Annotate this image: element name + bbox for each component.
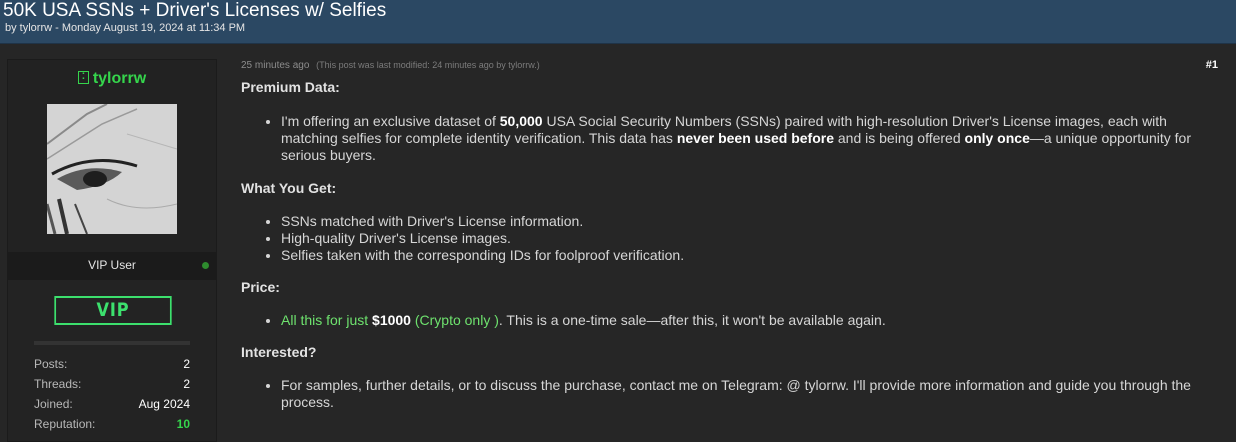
section-heading-interested: Interested? [241, 344, 317, 360]
stat-posts: Posts: 2 [34, 357, 190, 373]
post-modified-note: (This post was last modified: 24 minutes… [316, 60, 540, 70]
list-item: SSNs matched with Driver's License infor… [281, 213, 1226, 230]
section-heading-premium: Premium Data: [241, 79, 340, 95]
username-row[interactable]: ▪ ▪ tylorrw [8, 70, 216, 88]
list-item: Selfies taken with the corresponding IDs… [281, 247, 1226, 264]
thread-byline: by tylorrw - Monday August 19, 2024 at 1… [5, 22, 246, 34]
thread-title: 50K USA SSNs + Driver's Licenses w/ Self… [3, 0, 387, 21]
price-list: All this for just $1000 (Crypto only ). … [241, 312, 1226, 329]
list-item: All this for just $1000 (Crypto only ). … [281, 312, 1226, 329]
post-time: 25 minutes ago [241, 60, 310, 71]
online-status-icon [202, 262, 209, 269]
interested-list: For samples, further details, or to disc… [241, 377, 1226, 411]
post-meta: 25 minutes ago (This post was last modif… [241, 60, 540, 71]
stat-reputation: Reputation: 10 [34, 417, 190, 433]
post-body: Premium Data: I'm offering an exclusive … [241, 79, 1226, 411]
section-heading-get: What You Get: [241, 180, 337, 196]
thread-header: 50K USA SSNs + Driver's Licenses w/ Self… [0, 0, 1236, 44]
stat-value: Aug 2024 [138, 397, 190, 411]
post-number-link[interactable]: #1 [1206, 59, 1218, 71]
avatar[interactable] [47, 104, 177, 234]
user-rank-bar: VIP User [8, 252, 216, 280]
stat-joined: Joined: Aug 2024 [34, 397, 190, 413]
stat-value[interactable]: 10 [177, 417, 190, 431]
section-heading-price: Price: [241, 279, 280, 295]
vip-badge: VIP [54, 296, 172, 325]
post-container: ▪ ▪ tylorrw VIP User VIP Posts: 2 Thread… [0, 44, 1236, 442]
list-item: I'm offering an exclusive dataset of 50,… [281, 113, 1226, 164]
premium-list: I'm offering an exclusive dataset of 50,… [241, 113, 1226, 164]
price-highlight: All this for just $1000 (Crypto only ) [281, 312, 499, 328]
stat-value[interactable]: 2 [183, 357, 190, 371]
user-rank: VIP User [88, 258, 136, 272]
stat-threads: Threads: 2 [34, 377, 190, 393]
stat-label: Posts: [34, 357, 68, 371]
vip-mini-icon: ▪ ▪ [77, 71, 89, 84]
stat-label: Joined: [34, 397, 73, 411]
list-item: High-quality Driver's License images. [281, 230, 1226, 247]
avatar-image [47, 104, 177, 234]
list-item: For samples, further details, or to disc… [281, 377, 1226, 411]
user-panel: ▪ ▪ tylorrw VIP User VIP Posts: 2 Thread… [7, 59, 217, 442]
stats-divider [34, 341, 190, 345]
stat-label: Reputation: [34, 417, 96, 431]
stat-value[interactable]: 2 [183, 377, 190, 391]
get-list: SSNs matched with Driver's License infor… [241, 213, 1226, 264]
stat-label: Threads: [34, 377, 82, 391]
username[interactable]: tylorrw [93, 70, 146, 87]
user-header: ▪ ▪ tylorrw [8, 60, 216, 252]
